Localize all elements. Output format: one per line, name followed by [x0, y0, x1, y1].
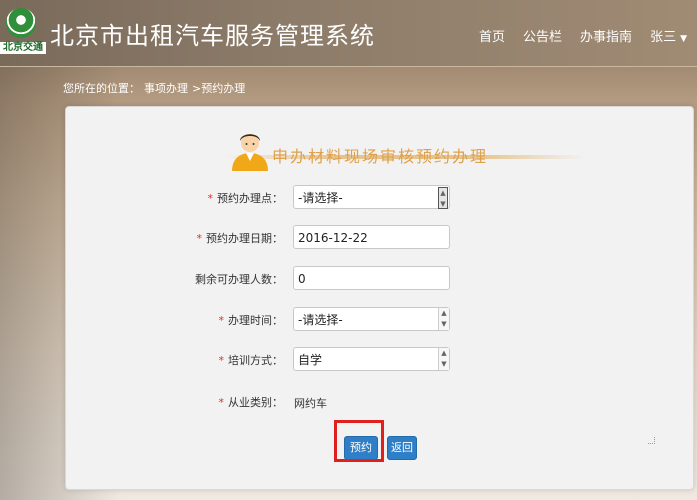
row-date: * 预约办理日期： 2016-12-22: [66, 225, 693, 251]
category-label: * 从业类别：: [218, 396, 284, 409]
back-button[interactable]: 返回: [387, 436, 417, 460]
row-category: * 从业类别： 网约车: [66, 389, 693, 415]
required-mark: *: [218, 314, 225, 327]
beijing-transport-logo: 北京交通: [0, 6, 46, 58]
person-avatar-icon: [232, 134, 268, 171]
nav-user-menu[interactable]: 张三 ▼: [650, 26, 687, 45]
chevron-down-icon: ▼: [680, 34, 687, 44]
required-mark: *: [218, 396, 225, 409]
row-remaining: 剩余可办理人数： 0: [66, 266, 693, 292]
panel-title: 申办材料现场审核预约办理: [272, 147, 489, 166]
top-nav: 首页 公告栏 办事指南 张三 ▼: [479, 26, 687, 45]
panel-heading: 申办材料现场审核预约办理: [226, 127, 586, 177]
row-time: * 办理时间： -请选择- ▲ ▼: [66, 307, 693, 333]
submit-appointment-button[interactable]: 预约: [344, 436, 378, 460]
breadcrumb: 您所在的位置： 事项办理 >预约办理: [63, 80, 249, 96]
row-training: * 培训方式： 自学 ▲ ▼: [66, 347, 693, 373]
dropdown-arrow-icon[interactable]: ▲ ▼: [438, 187, 448, 209]
breadcrumb-item-matters[interactable]: 事项办理: [144, 82, 188, 95]
date-input[interactable]: 2016-12-22: [293, 225, 450, 249]
nav-home[interactable]: 首页: [479, 26, 505, 45]
location-label: * 预约办理点：: [207, 192, 284, 205]
category-value: 网约车: [294, 397, 327, 410]
dropdown-arrow-icon[interactable]: ▲ ▼: [438, 348, 449, 370]
top-header: 北京交通 北京市出租汽车服务管理系统 首页 公告栏 办事指南 张三 ▼: [0, 0, 697, 67]
training-label: * 培训方式：: [218, 354, 284, 367]
training-select[interactable]: 自学 ▲ ▼: [293, 347, 450, 371]
remaining-label: 剩余可办理人数：: [195, 273, 283, 286]
required-mark: *: [196, 232, 203, 245]
date-label: * 预约办理日期：: [196, 232, 284, 245]
remaining-input[interactable]: 0: [293, 266, 450, 290]
row-location: * 预约办理点： -请选择- ▲ ▼: [66, 185, 693, 211]
breadcrumb-prefix: 您所在的位置：: [63, 82, 140, 95]
time-label: * 办理时间：: [218, 314, 284, 327]
required-mark: *: [218, 354, 225, 367]
required-mark: *: [207, 192, 214, 205]
resize-grip[interactable]: [648, 437, 655, 444]
user-name: 张三: [650, 30, 677, 45]
app-title: 北京市出租汽车服务管理系统: [50, 22, 375, 50]
logo-text: 北京交通: [0, 42, 46, 54]
appointment-panel: 申办材料现场审核预约办理 * 预约办理点： -请选择- ▲ ▼ * 预约办理日期： 2…: [65, 106, 694, 490]
logo-emblem-icon: [6, 8, 36, 38]
breadcrumb-item-appointment: >预约办理: [192, 82, 246, 95]
location-select[interactable]: -请选择- ▲ ▼: [293, 185, 450, 209]
dropdown-arrow-icon[interactable]: ▲ ▼: [438, 308, 449, 330]
nav-guide[interactable]: 办事指南: [580, 26, 632, 45]
nav-notice-board[interactable]: 公告栏: [523, 26, 562, 45]
time-select[interactable]: -请选择- ▲ ▼: [293, 307, 450, 331]
